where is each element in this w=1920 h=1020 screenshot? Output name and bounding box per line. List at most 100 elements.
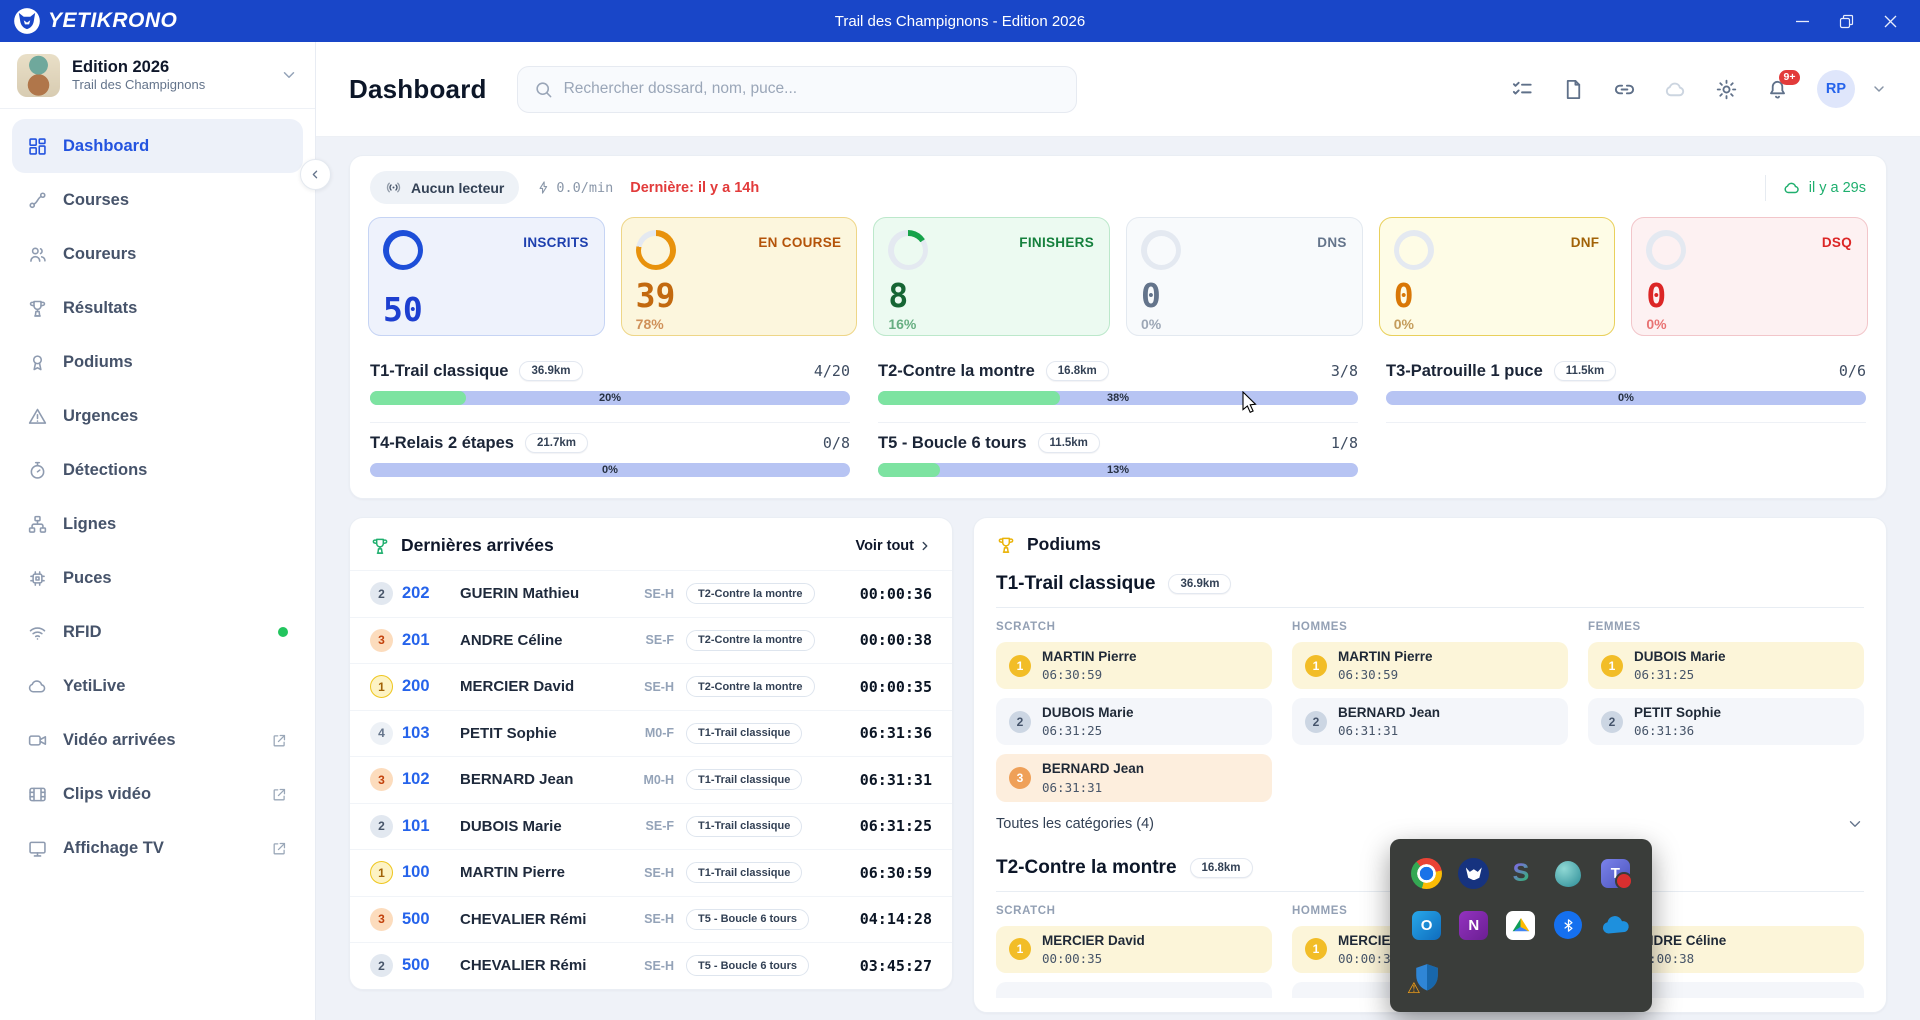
category-code: SE-H bbox=[636, 912, 686, 926]
chevron-down-icon bbox=[1846, 815, 1864, 833]
stat-value: 50 bbox=[383, 292, 590, 328]
sidebar-item-label: Détections bbox=[63, 461, 147, 480]
sidebar-item-rfid[interactable]: RFID bbox=[12, 605, 303, 659]
podium-time: 06:31:31 bbox=[1338, 723, 1440, 738]
minimize-button[interactable] bbox=[1780, 5, 1824, 37]
yetikrono-logo-icon bbox=[13, 7, 41, 35]
sync-time: il y a 29s bbox=[1809, 180, 1866, 196]
sidebar-item-video-arrivees[interactable]: Vidéo arrivées bbox=[12, 713, 303, 767]
snagit-app-icon[interactable]: S bbox=[1505, 858, 1536, 889]
race-badge: T2-Contre la montre bbox=[686, 583, 815, 604]
bib-number[interactable]: 202 bbox=[402, 584, 460, 603]
bell-icon[interactable]: 9+ bbox=[1766, 78, 1789, 101]
race-name: T5 - Boucle 6 tours bbox=[878, 434, 1027, 453]
onedrive-app-icon[interactable] bbox=[1600, 910, 1631, 941]
all-categories-toggle[interactable]: Toutes les catégories (4) bbox=[996, 815, 1864, 833]
podium-rank-badge: 1 bbox=[1009, 938, 1031, 960]
sidebar-item-urgences[interactable]: Urgences bbox=[12, 389, 303, 443]
stat-value: 0 bbox=[1141, 278, 1348, 314]
bluetooth-app-icon[interactable] bbox=[1554, 911, 1582, 939]
document-icon[interactable] bbox=[1562, 78, 1585, 101]
reader-status: Aucun lecteur bbox=[370, 171, 519, 204]
bib-number[interactable]: 500 bbox=[402, 910, 460, 929]
race-progress-label: 20% bbox=[370, 391, 850, 405]
arrivals-list: 2202GUERIN MathieuSE-HT2-Contre la montr… bbox=[350, 570, 952, 989]
sidebar-item-podiums[interactable]: Podiums bbox=[12, 335, 303, 389]
teams-app-icon[interactable]: T bbox=[1601, 859, 1630, 888]
stats-row: INSCRITS50EN COURSE3978%FINISHERS816%DNS… bbox=[368, 217, 1868, 351]
sidebar-item-affichage-tv[interactable]: Affichage TV bbox=[12, 821, 303, 875]
podium-time: 06:30:59 bbox=[1042, 667, 1137, 682]
bib-number[interactable]: 102 bbox=[402, 770, 460, 789]
sidebar-item-clips-video[interactable]: Clips vidéo bbox=[12, 767, 303, 821]
gear-icon[interactable] bbox=[1715, 78, 1738, 101]
edition-selector[interactable]: Edition 2026 Trail des Champignons bbox=[0, 42, 315, 109]
bib-number[interactable]: 100 bbox=[402, 863, 460, 882]
bib-number[interactable]: 103 bbox=[402, 724, 460, 743]
search-bar[interactable] bbox=[517, 66, 1077, 113]
checklist-icon[interactable] bbox=[1511, 78, 1534, 101]
lightning-icon bbox=[536, 180, 551, 195]
user-avatar[interactable]: RP bbox=[1817, 70, 1855, 108]
sidebar-item-resultats[interactable]: Résultats bbox=[12, 281, 303, 335]
bib-number[interactable]: 500 bbox=[402, 956, 460, 975]
race-progress-t5-boucle-6-tours: T5 - Boucle 6 tours11.5km1/813% bbox=[878, 423, 1358, 494]
link-icon[interactable] bbox=[1613, 78, 1636, 101]
search-input[interactable] bbox=[564, 80, 1060, 98]
stat-label: EN COURSE bbox=[758, 235, 841, 250]
detection-rate: 0.0/min bbox=[536, 180, 613, 196]
sidebar-item-label: Urgences bbox=[63, 407, 138, 426]
sidebar-collapse-button[interactable] bbox=[300, 159, 331, 190]
restore-button[interactable] bbox=[1824, 5, 1868, 37]
drive-app-icon[interactable] bbox=[1506, 911, 1535, 940]
podiums-title: Podiums bbox=[1027, 534, 1101, 555]
drop-app-icon[interactable] bbox=[1555, 861, 1581, 887]
sidebar-item-label: Courses bbox=[63, 191, 129, 210]
stat-card-dsq: DSQ00% bbox=[1631, 217, 1868, 336]
podium-time: 06:31:25 bbox=[1042, 723, 1134, 738]
user-menu-chevron-icon[interactable] bbox=[1871, 81, 1887, 97]
sidebar-item-lignes[interactable]: Lignes bbox=[12, 497, 303, 551]
podium-runner-name: BERNARD Jean bbox=[1338, 705, 1440, 721]
sidebar-item-courses[interactable]: Courses bbox=[12, 173, 303, 227]
podium-race-name: T2-Contre la montre bbox=[996, 857, 1177, 879]
bib-number[interactable]: 200 bbox=[402, 677, 460, 696]
bib-number[interactable]: 201 bbox=[402, 631, 460, 650]
runner-name: MARTIN Pierre bbox=[460, 864, 636, 881]
sidebar-item-coureurs[interactable]: Coureurs bbox=[12, 227, 303, 281]
podium-time: 06:31:36 bbox=[1634, 723, 1721, 738]
dashboard-content: Aucun lecteur 0.0/min Dernière: il y a 1… bbox=[316, 137, 1920, 1020]
sidebar-item-label: Résultats bbox=[63, 299, 137, 318]
defender-app-icon[interactable]: ⚠ bbox=[1411, 962, 1442, 993]
bib-number[interactable]: 101 bbox=[402, 817, 460, 836]
sidebar-item-detections[interactable]: Détections bbox=[12, 443, 303, 497]
arrival-row: 1200MERCIER DavidSE-HT2-Contre la montre… bbox=[350, 663, 952, 710]
podium-entry: 1DUBOIS Marie06:31:25 bbox=[1588, 642, 1864, 689]
wifi-icon bbox=[27, 622, 48, 643]
yetikrono-app-icon[interactable] bbox=[1458, 858, 1489, 889]
race-badge: T1-Trail classique bbox=[686, 723, 802, 744]
cloud-icon[interactable] bbox=[1664, 78, 1687, 101]
trophy-icon bbox=[370, 536, 390, 556]
outlook-app-icon[interactable]: O bbox=[1412, 911, 1441, 940]
sidebar-item-dashboard[interactable]: Dashboard bbox=[12, 119, 303, 173]
category-code: M0-H bbox=[636, 773, 686, 787]
stat-value: 0 bbox=[1394, 278, 1601, 314]
onenote-app-icon[interactable]: N bbox=[1459, 911, 1488, 940]
race-progress-t4-relais-2-etapes: T4-Relais 2 étapes21.7km0/80% bbox=[370, 423, 850, 494]
rank-badge: 2 bbox=[370, 582, 393, 605]
video-icon bbox=[27, 730, 48, 751]
race-distance-badge: 11.5km bbox=[1038, 433, 1100, 453]
stat-label: FINISHERS bbox=[1019, 235, 1094, 250]
race-badge: T1-Trail classique bbox=[686, 816, 802, 837]
close-button[interactable] bbox=[1868, 5, 1912, 37]
category-code: SE-H bbox=[636, 680, 686, 694]
podium-column-header: SCRATCH bbox=[996, 621, 1272, 633]
rank-badge: 2 bbox=[370, 954, 393, 977]
podium-column-hommes: HOMMES1MARTIN Pierre06:30:592BERNARD Jea… bbox=[1292, 621, 1568, 811]
see-all-link[interactable]: Voir tout bbox=[855, 538, 932, 554]
sidebar-item-yetilive[interactable]: YetiLive bbox=[12, 659, 303, 713]
sidebar-item-puces[interactable]: Puces bbox=[12, 551, 303, 605]
chrome-app-icon[interactable] bbox=[1411, 858, 1442, 889]
network-icon bbox=[27, 514, 48, 535]
